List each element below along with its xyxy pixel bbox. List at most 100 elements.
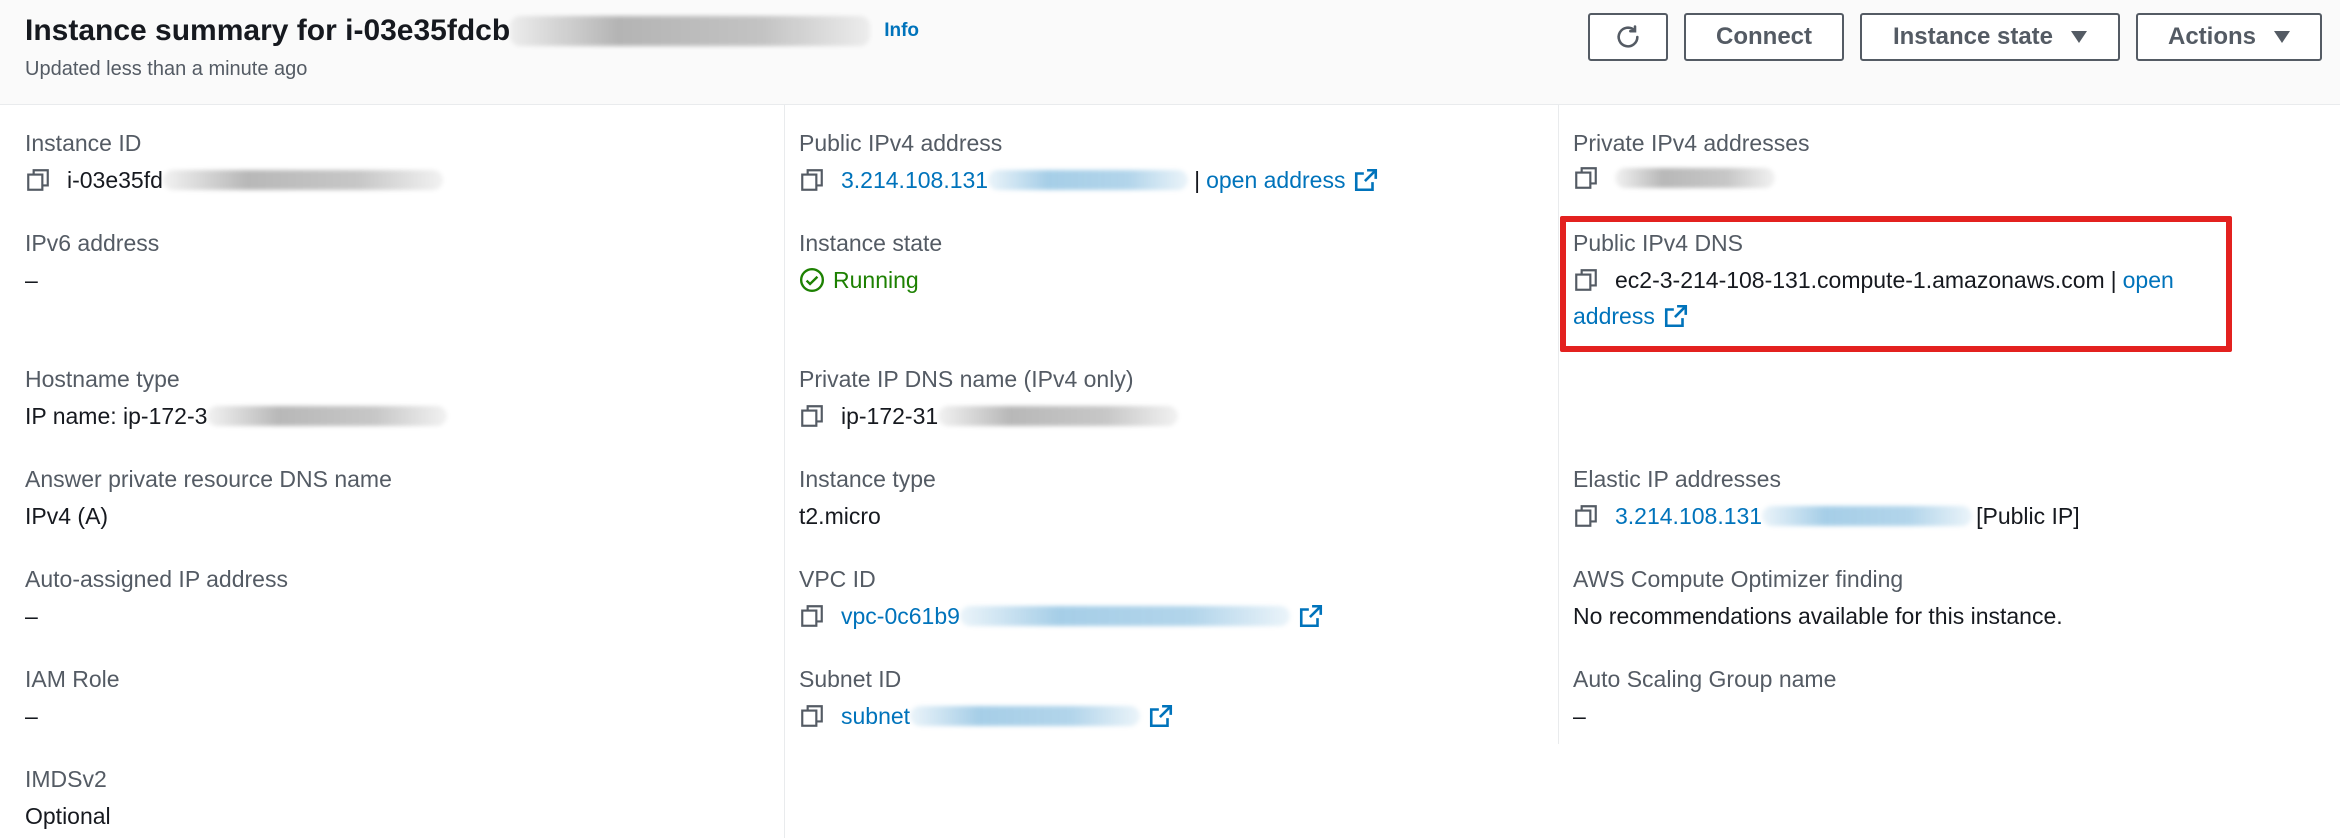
connect-button[interactable]: Connect (1684, 13, 1844, 61)
redacted-value (938, 406, 1179, 426)
private-dns-field: Private IP DNS name (IPv4 only) ip-172-3… (799, 364, 1179, 431)
copy-icon[interactable] (1573, 503, 1599, 529)
copy-icon[interactable] (799, 167, 825, 193)
field-value: IP name: ip-172-3 (25, 401, 448, 431)
field-label: IMDSv2 (25, 766, 107, 792)
copy-icon[interactable] (799, 603, 825, 629)
separator: | (1194, 167, 1201, 193)
field-label: Public IPv4 address (799, 130, 1003, 156)
redacted-value (910, 706, 1141, 726)
iam-role-value: – (25, 703, 38, 729)
field-label: Auto-assigned IP address (25, 566, 288, 592)
ipv6-field: IPv6 address – (25, 228, 159, 295)
auto-ip-value: – (25, 603, 38, 629)
asg-value: – (1573, 703, 1586, 729)
field-label: Instance ID (25, 130, 142, 156)
field-label: Private IPv4 addresses (1573, 130, 1810, 156)
imdsv2-field: IMDSv2 Optional (25, 764, 111, 831)
public-ipv4-field: Public IPv4 address 3.214.108.131 | open… (799, 128, 1379, 195)
optimizer-field: AWS Compute Optimizer finding No recomme… (1573, 564, 2063, 631)
field-label: IPv6 address (25, 230, 160, 256)
vpc-id-field: VPC ID vpc-0c61b9 (799, 564, 1324, 631)
field-value: ip-172-31 (799, 401, 1179, 431)
private-dns-value: ip-172-31 (841, 403, 939, 429)
caret-down-icon (2071, 31, 2088, 43)
asg-field: Auto Scaling Group name – (1573, 664, 1836, 731)
instance-state-field: Instance state Running (799, 228, 942, 295)
redacted-value (959, 606, 1290, 626)
refresh-icon (1614, 23, 1642, 51)
elastic-ip-suffix: [Public IP] (1976, 503, 2080, 529)
refresh-button[interactable] (1588, 13, 1668, 61)
column-divider (1558, 104, 1559, 744)
ipv6-value: – (25, 267, 38, 293)
redacted-value (988, 170, 1189, 190)
instance-type-value: t2.micro (799, 503, 881, 529)
column-divider (784, 104, 785, 838)
auto-ip-field: Auto-assigned IP address – (25, 564, 288, 631)
check-circle-icon (799, 267, 825, 293)
field-label: AWS Compute Optimizer finding (1573, 566, 1904, 592)
field-label: Answer private resource DNS name (25, 466, 392, 492)
actions-dropdown[interactable]: Actions (2136, 13, 2322, 61)
field-label: Private IP DNS name (IPv4 only) (799, 366, 1134, 392)
field-label: Elastic IP addresses (1573, 466, 1781, 492)
optimizer-value: No recommendations available for this in… (1573, 603, 2063, 629)
redacted-value (207, 406, 448, 426)
instance-state-dropdown-label: Instance state (1892, 23, 2054, 50)
answer-dns-field: Answer private resource DNS name IPv4 (A… (25, 464, 392, 531)
instance-state-status: Running (799, 265, 942, 295)
external-link-icon[interactable] (1148, 703, 1174, 729)
redacted-instance-id (510, 16, 871, 46)
field-label: Instance state (799, 230, 943, 256)
open-address-link[interactable]: open address (1206, 165, 1345, 195)
field-label: IAM Role (25, 666, 120, 692)
field-label: Subnet ID (799, 666, 902, 692)
instance-id-value: i-03e35fd (67, 167, 163, 193)
iam-role-field: IAM Role – (25, 664, 120, 731)
hostname-type-field: Hostname type IP name: ip-172-3 (25, 364, 448, 431)
subnet-id-link[interactable]: subnet (841, 701, 910, 731)
page-title-text: Instance summary for i-03e35fdcb (25, 14, 511, 47)
redacted-value (1762, 506, 1973, 526)
imdsv2-value: Optional (25, 803, 111, 829)
subnet-id-field: Subnet ID subnet (799, 664, 1174, 731)
instance-type-field: Instance type t2.micro (799, 464, 936, 531)
page-title: Instance summary for i-03e35fdcb Info (25, 14, 919, 48)
external-link-icon[interactable] (1353, 167, 1379, 193)
instance-state-value: Running (833, 267, 919, 293)
redacted-value (162, 170, 443, 190)
field-label: Auto Scaling Group name (1573, 666, 1837, 692)
public-ipv4-link[interactable]: 3.214.108.131 (841, 165, 988, 195)
answer-dns-value: IPv4 (A) (25, 503, 109, 529)
redacted-value (1615, 168, 1775, 188)
copy-icon[interactable] (25, 167, 51, 193)
field-value: vpc-0c61b9 (799, 601, 1324, 631)
instance-state-dropdown[interactable]: Instance state (1860, 13, 2120, 61)
instance-id-field: Instance ID i-03e35fd (25, 128, 443, 195)
copy-icon[interactable] (799, 703, 825, 729)
field-value: subnet (799, 701, 1174, 731)
field-label: VPC ID (799, 566, 876, 592)
field-value: i-03e35fd (25, 165, 443, 195)
external-link-icon[interactable] (1298, 603, 1324, 629)
private-ipv4-field: Private IPv4 addresses (1573, 128, 1810, 191)
copy-icon[interactable] (1573, 165, 1599, 191)
field-value: 3.214.108.131 | open address (799, 165, 1379, 195)
instance-summary-header: Instance summary for i-03e35fdcb Info Up… (0, 0, 2340, 105)
field-value (1573, 165, 1810, 191)
last-updated-text: Updated less than a minute ago (25, 58, 308, 80)
copy-icon[interactable] (799, 403, 825, 429)
caret-down-icon (2274, 31, 2290, 43)
elastic-ip-field: Elastic IP addresses 3.214.108.131 [Publ… (1573, 464, 2080, 531)
field-label: Hostname type (25, 366, 180, 392)
field-label: Instance type (799, 466, 936, 492)
hostname-type-value: IP name: ip-172-3 (25, 403, 208, 429)
highlight-box (1560, 216, 2232, 352)
vpc-id-link[interactable]: vpc-0c61b9 (841, 601, 960, 631)
actions-dropdown-label: Actions (2167, 23, 2256, 50)
field-value: 3.214.108.131 [Public IP] (1573, 501, 2080, 531)
info-link[interactable]: Info (884, 20, 919, 42)
elastic-ip-link[interactable]: 3.214.108.131 (1615, 501, 1762, 531)
connect-button-label: Connect (1716, 23, 1812, 50)
